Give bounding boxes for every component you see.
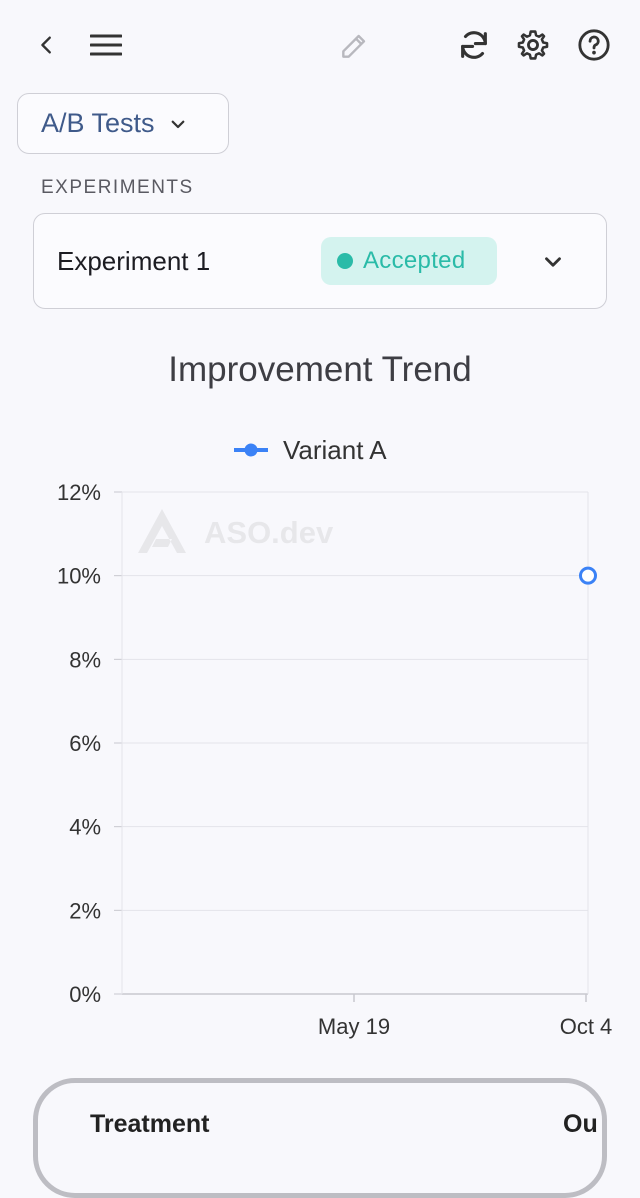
x-tick-label: May 19 <box>318 1014 390 1039</box>
results-table-card: Treatment Ou <box>33 1078 607 1198</box>
chart-grid <box>114 491 589 995</box>
toolbar <box>0 0 640 92</box>
aso-logo-icon <box>138 509 186 553</box>
chart-legend: Variant A <box>234 435 387 465</box>
y-tick-label: 10% <box>57 564 101 589</box>
menu-button[interactable] <box>88 28 124 62</box>
y-tick-label: 4% <box>69 815 101 840</box>
status-dot-icon <box>337 253 353 269</box>
y-tick-label: 0% <box>69 982 101 1007</box>
chevron-down-icon[interactable] <box>540 249 566 275</box>
back-button[interactable] <box>30 28 64 62</box>
status-badge: Accepted <box>321 237 497 285</box>
refresh-button[interactable] <box>455 26 493 64</box>
x-tick-label: Oct 4 <box>560 1014 613 1039</box>
status-text: Accepted <box>363 247 466 274</box>
legend-label: Variant A <box>283 435 387 465</box>
experiments-section-label: EXPERIMENTS <box>41 177 194 198</box>
question-circle-icon <box>578 29 610 61</box>
page-selector-dropdown[interactable]: A/B Tests <box>17 93 229 154</box>
chevron-down-icon <box>171 120 184 128</box>
pencil-icon <box>342 34 366 58</box>
y-tick-label: 6% <box>69 731 101 756</box>
improvement-trend-chart: ASO.dev 0% 2% 4% 6% 8% 10% 12% May 19 Oct 4 Var… <box>57 435 612 1039</box>
edit-button[interactable] <box>336 28 372 64</box>
watermark: ASO.dev <box>138 509 334 553</box>
page-selector-label: A/B Tests <box>41 108 155 138</box>
settings-button[interactable] <box>514 26 552 64</box>
table-header-outcome: Ou <box>563 1110 598 1138</box>
x-axis-ticks: May 19 Oct 4 <box>318 994 612 1039</box>
experiment-name: Experiment 1 <box>57 246 211 276</box>
y-tick-label: 2% <box>69 898 101 923</box>
gear-icon <box>517 30 549 60</box>
hamburger-icon <box>90 34 122 56</box>
y-tick-label: 8% <box>69 647 101 672</box>
legend-marker-icon <box>244 443 258 457</box>
chart-title: Improvement Trend <box>168 350 472 389</box>
experiment-selector[interactable]: Experiment 1 Accepted <box>33 213 607 309</box>
refresh-icon <box>461 31 487 59</box>
y-tick-label: 12% <box>57 480 101 505</box>
data-point[interactable] <box>579 566 597 585</box>
help-button[interactable] <box>575 26 613 64</box>
watermark-text: ASO.dev <box>204 515 334 550</box>
chevron-left-icon <box>41 36 51 54</box>
chart-series <box>579 566 597 585</box>
y-axis-ticks: 0% 2% 4% 6% 8% 10% 12% <box>57 480 101 1007</box>
table-header-treatment: Treatment <box>90 1110 210 1138</box>
